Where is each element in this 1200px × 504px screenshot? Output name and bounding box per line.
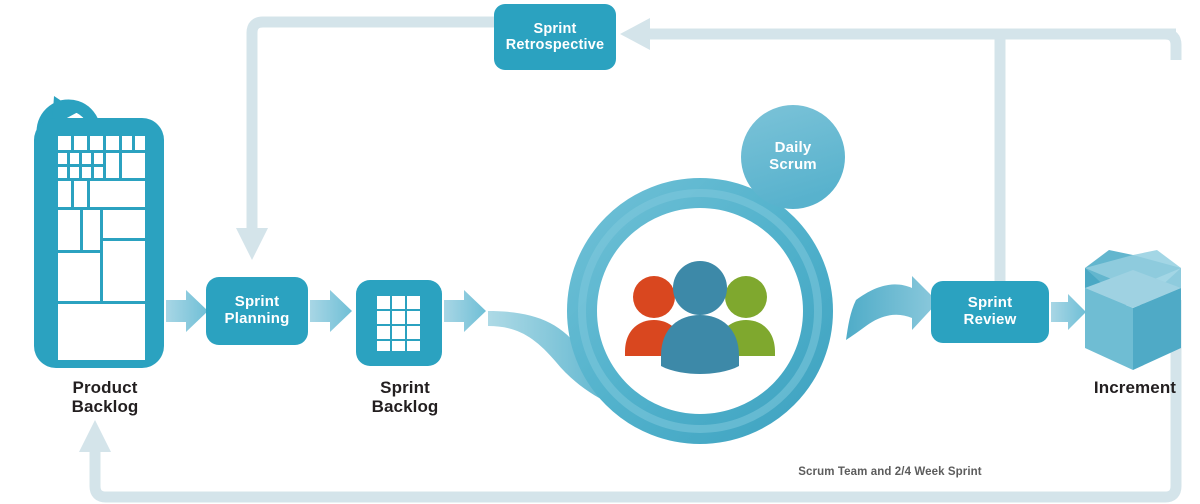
team-ring-caption: Scrum Team and 2/4 Week Sprint xyxy=(798,466,982,478)
sprint-planning-node[interactable] xyxy=(206,277,308,345)
connector-top-rail xyxy=(620,18,1176,50)
sprint-backlog-caption: Sprint Backlog xyxy=(330,378,480,417)
increment-node[interactable] xyxy=(1085,250,1181,370)
connector-retrospective-to-planning xyxy=(236,16,494,260)
swoosh-right-tail xyxy=(846,276,938,340)
sprint-backlog-line2: Backlog xyxy=(371,397,439,417)
arrowhead-to-product-backlog xyxy=(79,420,111,452)
product-backlog-caption: Product Backlog xyxy=(30,378,180,417)
sprint-review-node[interactable] xyxy=(931,281,1049,343)
sprint-backlog-node[interactable] xyxy=(356,280,442,366)
product-backlog-line2: Backlog xyxy=(71,397,139,417)
arrow-planning-to-sprintbacklog xyxy=(310,290,352,332)
sprint-backlog-line1: Sprint xyxy=(380,378,430,397)
team-people-icon xyxy=(625,261,775,374)
grid-icon xyxy=(377,296,420,351)
product-backlog-node[interactable] xyxy=(34,96,164,368)
open-box-icon xyxy=(1085,250,1181,370)
daily-scrum-node[interactable] xyxy=(741,105,845,209)
increment-caption: Increment xyxy=(1093,378,1177,397)
arrowhead-to-retrospective xyxy=(620,18,650,50)
scrum-framework-diagram: Sprint Planning Sprint Review Sprint Ret… xyxy=(0,0,1200,504)
arrow-backlog-to-planning xyxy=(166,290,208,332)
product-backlog-line1: Product xyxy=(72,378,138,397)
connector-review-to-retrospective xyxy=(994,28,1182,282)
diagram-canvas xyxy=(34,4,1182,503)
arrow-review-to-increment xyxy=(1051,294,1086,330)
arrow-sprintbacklog-to-ring xyxy=(444,290,486,332)
arrowhead-to-planning xyxy=(236,228,268,260)
sprint-retrospective-node[interactable] xyxy=(494,4,616,70)
